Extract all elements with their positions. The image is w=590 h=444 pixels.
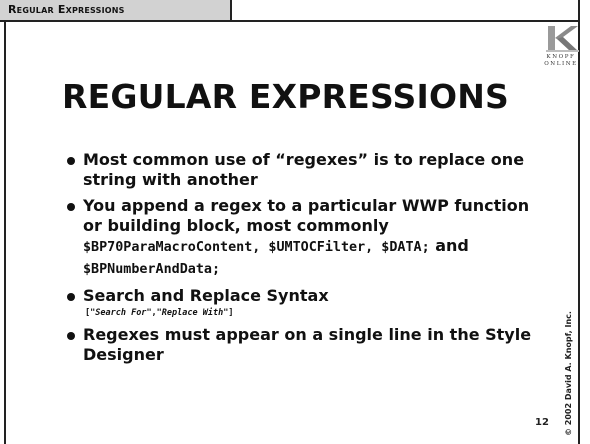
code-number-and-data: $BPNumberAndData; [83, 262, 221, 277]
slide-title: REGULAR EXPRESSIONS [62, 77, 509, 116]
bullet-dot-icon [67, 203, 75, 211]
bullet-text: Search and Replace Syntax [83, 286, 329, 305]
bullet-item: Search and Replace Syntax ["Search For",… [67, 286, 542, 319]
bullet-text: Most common use of “regexes” is to repla… [83, 150, 525, 189]
knopf-online-logo: KNOPF ONLINE [541, 24, 581, 76]
bullet-text-and: and [429, 236, 469, 255]
bullet-dot-icon [67, 332, 75, 340]
code-building-blocks: $BP70ParaMacroContent, $UMTOCFilter, $DA… [83, 240, 430, 255]
syntax-example: ["Search For","Replace With"] [85, 307, 542, 319]
syntax-replace-with: Replace With [161, 308, 224, 318]
bullet-dot-icon [67, 157, 75, 165]
slide-frame-left [4, 20, 6, 444]
bullet-text: You append a regex to a particular WWP f… [83, 196, 530, 235]
knopf-k-icon [546, 26, 579, 52]
bullet-item: Most common use of “regexes” is to repla… [67, 150, 542, 190]
bullet-item: You append a regex to a particular WWP f… [67, 196, 542, 280]
header-rule [0, 20, 580, 22]
section-tab: Regular Expressions [0, 0, 232, 20]
syntax-mid: "," [146, 308, 162, 318]
page-number: 12 [535, 417, 549, 428]
bullet-text: Regexes must appear on a single line in … [83, 325, 532, 364]
syntax-close: "] [223, 308, 234, 318]
bullet-item: Regexes must appear on a single line in … [67, 325, 542, 365]
copyright-notice: © 2002 David A. Knopf, Inc. [564, 311, 573, 436]
bullet-dot-icon [67, 293, 75, 301]
logo-text-knopf: KNOPF [546, 54, 576, 60]
syntax-search-for: Search For [95, 308, 147, 318]
syntax-open: [" [85, 308, 96, 318]
logo-text-online: ONLINE [544, 61, 578, 67]
bullet-list: Most common use of “regexes” is to repla… [67, 150, 542, 371]
